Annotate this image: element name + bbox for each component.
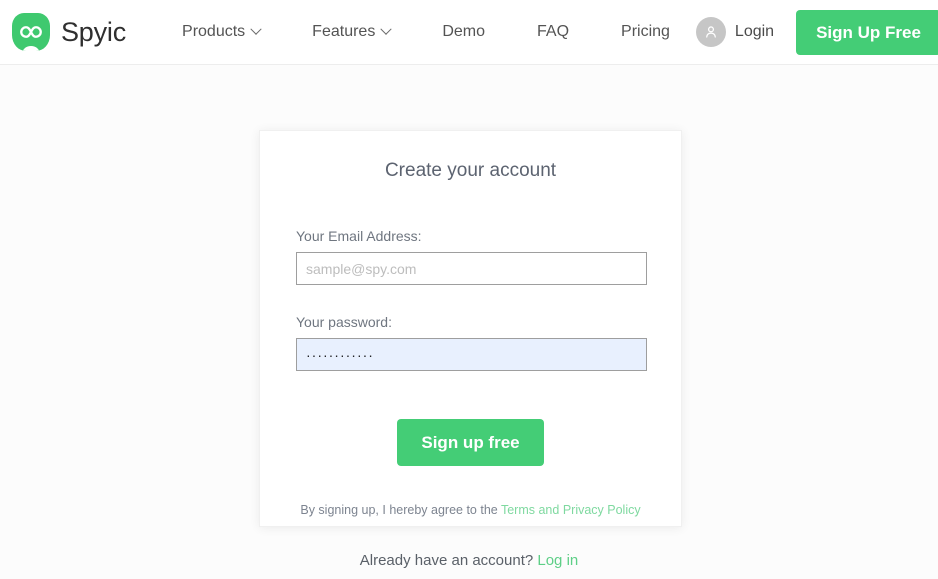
email-field-label: Your Email Address:	[296, 228, 422, 244]
chevron-down-icon	[380, 23, 392, 35]
login-label: Login	[734, 23, 775, 40]
nav-item-label: Pricing	[621, 23, 670, 40]
password-field-label: Your password:	[296, 314, 392, 330]
chevron-down-icon	[250, 23, 262, 35]
signup-form: Your Email Address: Your password: Sign …	[260, 228, 681, 517]
terms-privacy-link[interactable]: Terms and Privacy Policy	[501, 503, 641, 517]
brand-logo-link[interactable]: Spyic	[12, 13, 126, 51]
infinity-logo-icon	[12, 13, 50, 51]
signup-submit-button[interactable]: Sign up free	[397, 419, 544, 466]
nav-item-demo[interactable]: Demo	[416, 0, 511, 64]
submit-row: Sign up free	[296, 419, 645, 466]
site-header: Spyic Products Features Demo FAQ Pricing	[0, 0, 938, 65]
page-body: Create your account Your Email Address: …	[0, 65, 938, 579]
brand-name: Spyic	[61, 16, 127, 47]
page-title: Create your account	[384, 160, 557, 181]
nav-item-label: Products	[182, 23, 246, 40]
main-navigation: Products Features Demo FAQ Pricing	[156, 0, 696, 64]
login-link[interactable]: Login	[695, 17, 775, 47]
email-field[interactable]	[296, 252, 647, 285]
nav-item-faq[interactable]: FAQ	[511, 0, 595, 64]
nav-item-features[interactable]: Features	[286, 0, 416, 64]
nav-item-products[interactable]: Products	[156, 0, 286, 64]
existing-account-prompt: Already have an account? Log in	[0, 552, 938, 569]
nav-item-label: Features	[312, 23, 376, 40]
existing-account-text: Already have an account?	[359, 552, 538, 569]
password-field[interactable]	[296, 338, 647, 371]
terms-prefix-text: By signing up, I hereby agree to the	[300, 503, 501, 517]
user-avatar-icon	[695, 17, 726, 47]
nav-item-label: FAQ	[537, 23, 570, 40]
signup-free-button[interactable]: Sign Up Free	[796, 9, 938, 55]
login-inline-link[interactable]: Log in	[537, 552, 578, 569]
nav-item-label: Demo	[442, 23, 485, 40]
signup-card: Create your account Your Email Address: …	[259, 130, 682, 527]
nav-item-pricing[interactable]: Pricing	[595, 0, 696, 64]
terms-agreement-text: By signing up, I hereby agree to the Ter…	[296, 503, 645, 517]
header-actions: Login Sign Up Free	[695, 9, 938, 55]
